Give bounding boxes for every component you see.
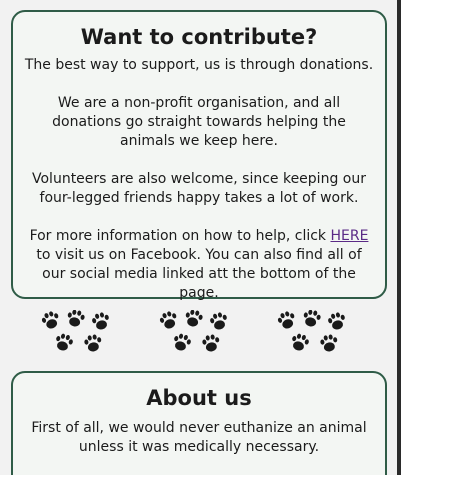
paw-print <box>202 334 220 352</box>
paw-print <box>303 310 321 327</box>
paw-print <box>41 311 59 329</box>
donations-text: The best way to support, us is through d… <box>24 57 374 73</box>
paw-print <box>185 310 203 327</box>
paw-print <box>328 312 345 330</box>
more-info-text-end: to visit us on Facebook. You can also fi… <box>36 247 362 301</box>
paw-prints-icon <box>39 310 139 362</box>
contribute-card: Want to contribute? The best way to supp… <box>11 10 387 301</box>
paw-print <box>84 334 102 352</box>
contribute-heading: Want to contribute? <box>80 25 318 49</box>
paw-prints-graphic <box>159 310 227 352</box>
paw-prints-icon <box>157 310 257 362</box>
paw-prints-graphic <box>277 310 345 352</box>
paw-print <box>320 334 338 352</box>
paw-print <box>92 312 109 330</box>
non-profit-text: We are a non-profit organisation, and al… <box>52 95 346 149</box>
about-heading: About us <box>146 386 252 410</box>
paw-print <box>292 333 309 351</box>
paw-prints-divider <box>11 310 387 362</box>
paw-print <box>174 333 191 351</box>
paw-prints-icon <box>275 310 375 362</box>
paw-print <box>67 310 85 327</box>
euthanize-text: First of all, we would never euthanize a… <box>31 420 367 455</box>
paw-print <box>210 312 227 330</box>
paw-prints-graphic <box>41 310 109 352</box>
volunteers-text: Volunteers are also welcome, since keepi… <box>32 171 366 206</box>
paw-print <box>56 333 73 351</box>
more-info-text-start: For more information on how to help, cli… <box>29 228 331 244</box>
more-info-text: For more information on how to help, cli… <box>13 227 385 303</box>
paw-print <box>277 311 295 329</box>
page-edge <box>397 0 401 475</box>
about-card: About us First of all, we would never eu… <box>11 371 387 475</box>
paw-print <box>159 311 177 329</box>
page: Want to contribute? The best way to supp… <box>0 0 397 475</box>
facebook-here-link[interactable]: HERE <box>330 228 368 244</box>
